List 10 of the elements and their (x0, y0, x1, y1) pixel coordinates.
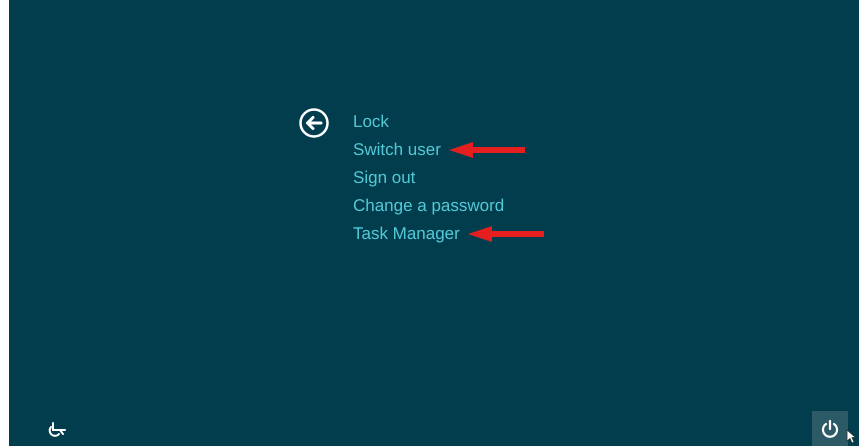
menu-item[interactable]: Lock (353, 111, 389, 133)
menu-item[interactable]: Task Manager (353, 223, 460, 245)
power-button[interactable] (812, 411, 848, 446)
back-icon[interactable] (298, 108, 330, 138)
accessibility-icon[interactable] (47, 421, 67, 437)
power-icon (820, 418, 840, 438)
menu-item[interactable]: Change a password (353, 195, 504, 217)
menu-item[interactable]: Sign out (353, 167, 416, 189)
menu-item[interactable]: Switch user (353, 139, 441, 161)
cursor-icon (846, 429, 856, 444)
